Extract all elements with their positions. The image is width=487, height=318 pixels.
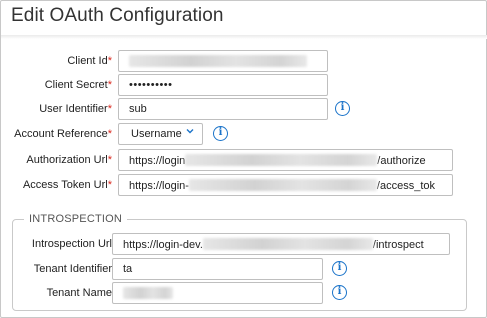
access-token-url-label: Access Token Url*	[22, 179, 112, 191]
redacted-value	[185, 154, 378, 166]
info-circle-icon[interactable]: i	[332, 285, 347, 300]
authorization-url-row: Authorization Url* https://login/authori…	[1, 149, 487, 171]
tenant-name-input[interactable]	[112, 282, 323, 304]
access-token-url-row: Access Token Url* https://login- /access_…	[1, 174, 487, 196]
client-id-label: Client Id*	[67, 55, 112, 67]
chevron-down-icon	[186, 129, 194, 134]
authorization-url-input[interactable]: https://login/authorize	[118, 149, 453, 171]
client-secret-input[interactable]: ••••••••••	[118, 74, 328, 96]
account-reference-row: Account Reference* Username i	[1, 123, 487, 145]
tenant-name-label: Tenant Name	[46, 287, 112, 299]
oauth-config-dialog: Edit OAuth Configuration Client Id* Clie…	[0, 0, 487, 318]
authorization-url-prefix: https://login	[129, 155, 186, 167]
account-reference-value: Username	[131, 128, 182, 140]
client-id-row: Client Id*	[1, 50, 487, 72]
user-identifier-row: User Identifier* sub i	[1, 98, 487, 120]
client-id-input[interactable]	[118, 50, 328, 72]
introspection-url-label: Introspection Url	[31, 238, 112, 250]
info-circle-icon[interactable]: i	[213, 126, 228, 141]
access-token-url-prefix: https://login-	[129, 180, 189, 192]
info-circle-icon[interactable]: i	[332, 261, 347, 276]
access-token-url-suffix: /access_tok	[376, 180, 436, 192]
tenant-identifier-label: Tenant Identifier	[33, 263, 112, 275]
introspection-url-input[interactable]: https://login-dev. /introspect	[112, 233, 450, 255]
redacted-value	[188, 179, 377, 191]
client-secret-row: Client Secret* ••••••••••	[1, 74, 487, 96]
introspection-legend: INTROSPECTION	[24, 213, 128, 225]
title-divider	[1, 35, 487, 39]
redacted-value	[123, 287, 173, 299]
user-identifier-input[interactable]: sub	[118, 98, 328, 120]
authorization-url-suffix: /authorize	[377, 155, 426, 167]
info-circle-icon[interactable]: i	[335, 101, 350, 116]
client-secret-label: Client Secret*	[44, 79, 112, 91]
introspection-url-prefix: https://login-dev.	[123, 239, 203, 251]
authorization-url-label: Authorization Url*	[26, 154, 112, 166]
user-identifier-label: User Identifier*	[39, 103, 112, 115]
introspection-url-suffix: /introspect	[372, 239, 424, 251]
tenant-identifier-input[interactable]: ta	[112, 258, 323, 280]
redacted-value	[202, 238, 373, 250]
tenant-name-row: Tenant Name i	[1, 282, 487, 304]
account-reference-select[interactable]: Username	[118, 123, 203, 145]
introspection-url-row: Introspection Url https://login-dev. /int…	[1, 233, 487, 255]
tenant-identifier-row: Tenant Identifier ta i	[1, 258, 487, 280]
account-reference-label: Account Reference*	[14, 128, 112, 140]
access-token-url-input[interactable]: https://login- /access_tok	[118, 174, 453, 196]
dialog-title: Edit OAuth Configuration	[11, 5, 224, 26]
redacted-value	[129, 55, 307, 67]
